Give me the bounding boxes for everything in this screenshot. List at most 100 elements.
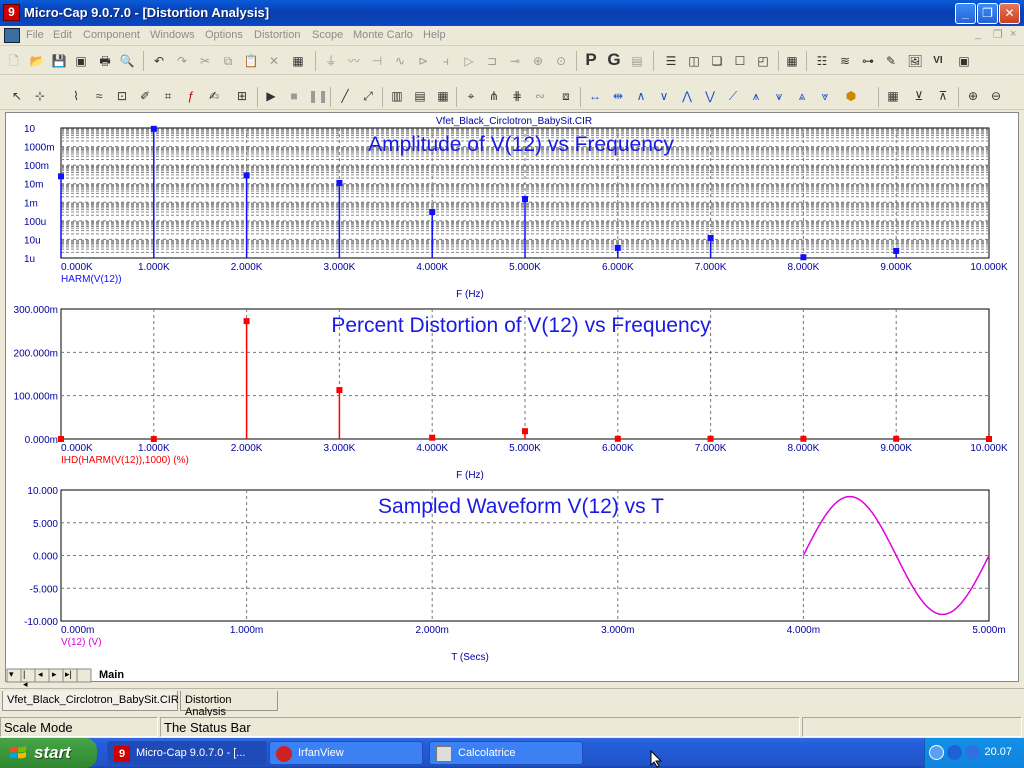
menu-windows[interactable]: Windows xyxy=(150,29,195,41)
grid-icon[interactable]: ▥ xyxy=(388,87,406,105)
delete-icon[interactable]: ✕ xyxy=(265,52,283,70)
valley-icon[interactable]: ∨ xyxy=(655,87,673,105)
task-irfanview[interactable]: IrfanView xyxy=(269,741,423,765)
pen-icon[interactable]: ✎ xyxy=(882,52,900,70)
low-icon[interactable]: ⋁ xyxy=(701,87,719,105)
app-icon[interactable]: 9 xyxy=(3,4,20,21)
text-mode-icon[interactable]: ⌗ xyxy=(159,87,177,105)
title-bar[interactable]: 9 Micro-Cap 9.0.7.0 - [Distortion Analys… xyxy=(0,0,1024,26)
scale-mode-icon[interactable]: ⊡ xyxy=(113,87,131,105)
formula-icon[interactable]: ƒ xyxy=(182,87,200,105)
tab-first-icon[interactable]: |◂ xyxy=(23,669,28,690)
capacitor-icon[interactable]: ⊣ xyxy=(368,52,386,70)
plot-window[interactable]: Vfet_Black_Circlotron_BabySit.CIR 0.000K 1… xyxy=(5,112,1019,682)
run-icon[interactable]: ▶ xyxy=(262,87,280,105)
tab-next-icon[interactable]: ▸ xyxy=(52,669,57,680)
tab-dropdown-icon[interactable]: ▾ xyxy=(9,669,14,680)
paste-icon[interactable]: 📋 xyxy=(242,52,260,70)
annotation-icon[interactable]: ✍ xyxy=(205,87,223,105)
component-mode-icon[interactable]: ⊹ xyxy=(31,87,49,105)
redo-icon[interactable]: ↷ xyxy=(173,52,191,70)
cursor-right-icon[interactable]: ⇹ xyxy=(609,87,627,105)
pause-icon[interactable]: ❚❚ xyxy=(308,87,328,105)
tab-main[interactable]: Main xyxy=(99,669,124,681)
table-icon[interactable]: ▦ xyxy=(884,87,902,105)
bottom-icon[interactable]: ⩔ xyxy=(816,87,834,105)
wire-icon[interactable]: ⊸ xyxy=(506,52,524,70)
menu-scope[interactable]: Scope xyxy=(312,29,343,41)
select-all-icon[interactable]: ▦ xyxy=(289,52,307,70)
global-high-icon[interactable]: ⩚ xyxy=(747,87,765,105)
plots-canvas[interactable]: Vfet_Black_Circlotron_BabySit.CIR 0.000K 1… xyxy=(6,113,1018,669)
cursor-mode-icon[interactable]: ⌖ xyxy=(462,87,480,105)
diode-icon[interactable]: ⊳ xyxy=(414,52,432,70)
tab-last-icon[interactable]: ▸| xyxy=(65,669,72,680)
opamp-icon[interactable]: ▷ xyxy=(460,52,478,70)
menu-file[interactable]: File xyxy=(26,29,44,41)
picture-icon[interactable]: 🖼 xyxy=(906,52,924,70)
close-button[interactable]: ✕ xyxy=(999,3,1020,24)
global-low-icon[interactable]: ⩛ xyxy=(770,87,788,105)
tag-icon[interactable]: ⬢ xyxy=(842,87,860,105)
cursor-left-icon[interactable]: ↔ xyxy=(586,87,604,105)
cursor-slope-icon[interactable]: ∾ xyxy=(531,87,549,105)
tag-vertical-icon[interactable]: ⊻ xyxy=(910,87,928,105)
tray-expand-icon[interactable] xyxy=(929,745,944,760)
cut-icon[interactable]: ✂ xyxy=(196,52,214,70)
zoom-out-icon[interactable]: ⊖ xyxy=(987,87,1005,105)
tab-prev-icon[interactable]: ◂ xyxy=(38,669,43,680)
copy-icon[interactable]: ⧉ xyxy=(219,52,237,70)
source-icon[interactable]: ⊕ xyxy=(529,52,547,70)
save-all-icon[interactable]: ▣ xyxy=(72,52,90,70)
point-tool-icon[interactable]: ⤢ xyxy=(359,87,377,105)
stop-icon[interactable]: ■ xyxy=(285,87,303,105)
zoom-in-icon[interactable]: ⊕ xyxy=(964,87,982,105)
restore-button[interactable]: ❐ xyxy=(977,3,998,24)
new-icon[interactable]: 🗋 xyxy=(5,52,23,70)
inflection-icon[interactable]: ⟋ xyxy=(724,87,742,105)
tab-schematic[interactable]: Vfet_Black_Circlotron_BabySit.CIR xyxy=(2,691,179,711)
cursor-valley-icon[interactable]: ⋕ xyxy=(508,87,526,105)
plot-properties-icon[interactable]: ⌇ xyxy=(67,87,85,105)
p-button[interactable]: P xyxy=(582,51,600,69)
menu-distortion[interactable]: Distortion xyxy=(254,29,300,41)
print-preview-icon[interactable]: 🔍 xyxy=(118,52,136,70)
switch-icon[interactable]: ⊐ xyxy=(483,52,501,70)
undo-icon[interactable]: ↶ xyxy=(150,52,168,70)
probe-icon[interactable]: ⊙ xyxy=(552,52,570,70)
open-icon[interactable]: 📂 xyxy=(28,52,46,70)
image-icon[interactable]: ▣ xyxy=(955,52,973,70)
calculator-icon[interactable]: ▦ xyxy=(783,52,801,70)
mdi-restore-button[interactable]: ❐ xyxy=(993,28,1003,41)
split-window-icon[interactable]: ◰ xyxy=(754,52,772,70)
menu-options[interactable]: Options xyxy=(205,29,243,41)
transistor-icon[interactable]: ⊶ xyxy=(859,52,877,70)
tag-horizontal-icon[interactable]: ⊼ xyxy=(934,87,952,105)
mdi-close-button[interactable]: × xyxy=(1010,28,1016,40)
tile-vertical-icon[interactable]: ◫ xyxy=(685,52,703,70)
task-microcap[interactable]: 9 Micro-Cap 9.0.7.0 - [... xyxy=(107,741,267,765)
top-icon[interactable]: ⩓ xyxy=(793,87,811,105)
task-calcolatrice[interactable]: Calcolatrice xyxy=(429,741,583,765)
start-button[interactable]: start xyxy=(0,738,97,768)
window-icon[interactable]: ☐ xyxy=(731,52,749,70)
menu-edit[interactable]: Edit xyxy=(53,29,72,41)
document-icon[interactable] xyxy=(4,28,20,43)
menu-help[interactable]: Help xyxy=(423,29,446,41)
waveform-icon[interactable]: ≋ xyxy=(836,52,854,70)
menu-component[interactable]: Component xyxy=(83,29,140,41)
bluetooth-icon[interactable] xyxy=(965,745,980,760)
ground-icon[interactable]: ⏚ xyxy=(322,52,340,70)
mdi-minimize-button[interactable]: _ xyxy=(975,28,981,40)
minimize-button[interactable]: _ xyxy=(955,3,976,24)
tab-distortion-analysis[interactable]: Distortion Analysis xyxy=(180,691,278,718)
axis-grid-icon[interactable]: ▦ xyxy=(434,87,452,105)
save-icon[interactable]: 💾 xyxy=(50,52,68,70)
properties-icon[interactable]: ⊞ xyxy=(233,87,251,105)
waveform-properties-icon[interactable]: ≈ xyxy=(90,87,108,105)
component-list-icon[interactable]: ☷ xyxy=(813,52,831,70)
plot-window-icon[interactable]: ⧈ xyxy=(557,87,575,105)
minor-grid-icon[interactable]: ▤ xyxy=(411,87,429,105)
inductor-icon[interactable]: ∿ xyxy=(391,52,409,70)
tile-horizontal-icon[interactable]: ☰ xyxy=(662,52,680,70)
